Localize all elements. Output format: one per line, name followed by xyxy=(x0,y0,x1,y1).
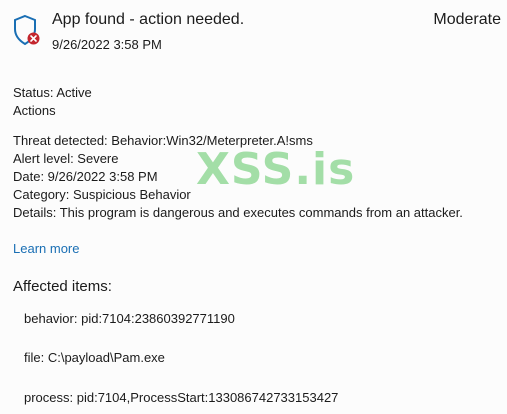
details-line: Details: This program is dangerous and e… xyxy=(13,205,463,220)
shield-alert-icon xyxy=(14,14,40,46)
affected-item: process: pid:7104,ProcessStart:133086742… xyxy=(24,390,339,405)
alert-level-line: Alert level: Severe xyxy=(13,151,119,166)
watermark: XSS.is xyxy=(196,144,356,195)
actions-label[interactable]: Actions xyxy=(13,103,56,118)
affected-item: file: C:\payload\Pam.exe xyxy=(24,350,165,365)
threat-detected-line: Threat detected: Behavior:Win32/Meterpre… xyxy=(13,133,313,148)
severity-label: Moderate xyxy=(433,11,501,28)
alert-title: App found - action needed. xyxy=(52,11,245,28)
status-line: Status: Active xyxy=(13,85,92,100)
alert-details-panel: App found - action needed. Moderate 9/26… xyxy=(0,0,507,414)
date-line: Date: 9/26/2022 3:58 PM xyxy=(13,169,158,184)
category-line: Category: Suspicious Behavior xyxy=(13,187,191,202)
alert-timestamp: 9/26/2022 3:58 PM xyxy=(52,37,162,52)
affected-items-heading: Affected items: xyxy=(13,278,112,295)
affected-item: behavior: pid:7104:23860392771190 xyxy=(24,311,235,326)
learn-more-link[interactable]: Learn more xyxy=(13,241,79,256)
